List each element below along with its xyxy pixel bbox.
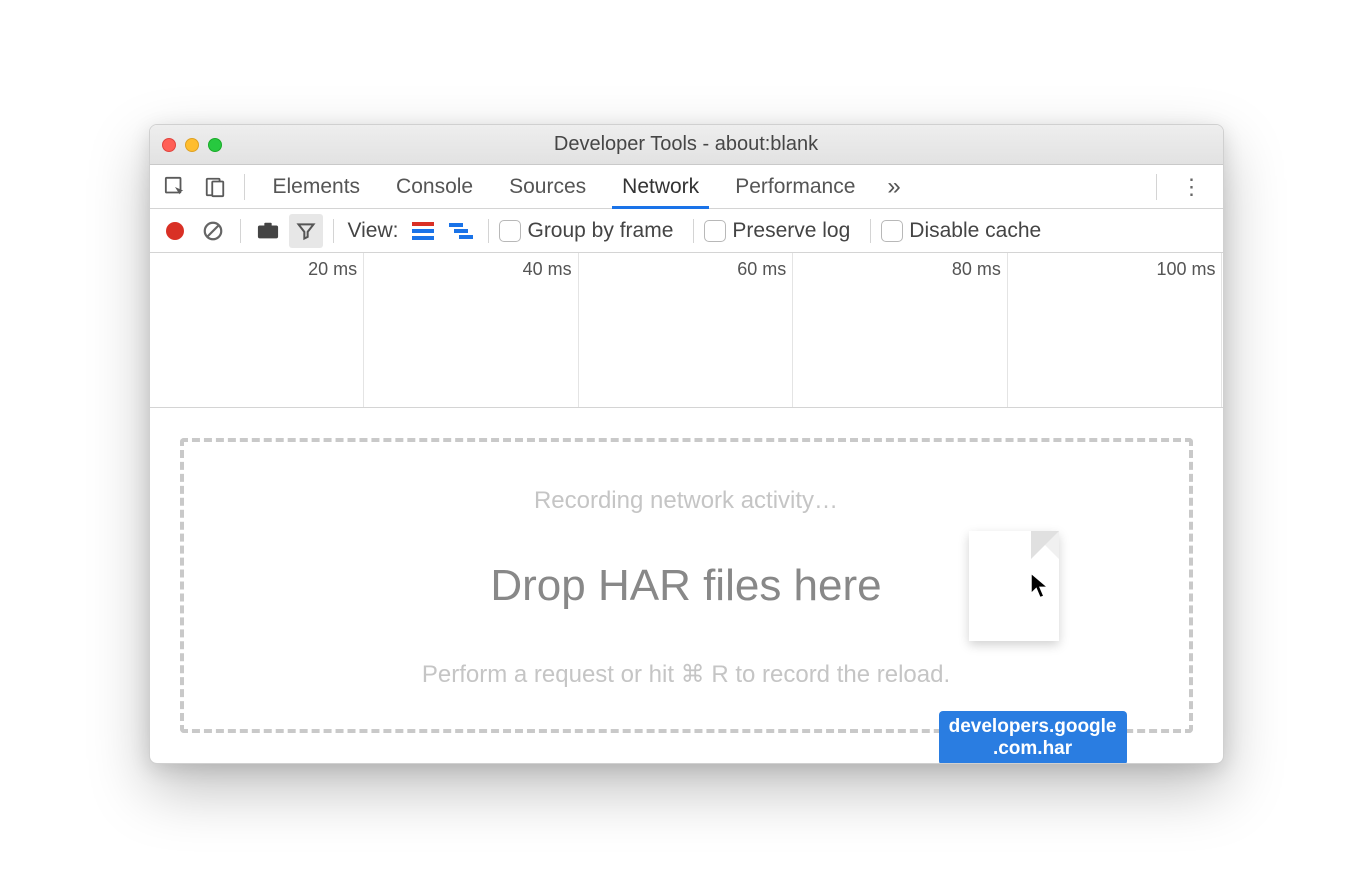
titlebar: Developer Tools - about:blank [150,125,1223,165]
timeline-tick: 100 ms [1156,259,1215,280]
dropzone-text: Drop HAR files here [490,561,881,611]
large-rows-icon[interactable] [406,214,440,248]
timeline-tick: 40 ms [523,259,572,280]
timeline-overview[interactable]: 20 ms 40 ms 60 ms 80 ms 100 ms [150,253,1223,408]
window-controls [162,138,222,152]
recording-hint-line2: Perform a request or hit ⌘ R to record t… [184,660,1189,689]
divider [333,219,334,243]
har-dropzone[interactable]: Recording network activity… Drop HAR fil… [180,438,1193,733]
toggle-device-toolbar-icon[interactable] [196,168,234,206]
timeline-tick: 60 ms [737,259,786,280]
divider [244,174,245,200]
dragged-file-name: developers.google.com.har [939,711,1127,764]
divider [1156,174,1157,200]
tab-sources[interactable]: Sources [491,165,604,208]
tab-network[interactable]: Network [604,165,717,208]
clear-button[interactable] [196,214,230,248]
view-label: View: [348,219,399,243]
timeline-tick: 20 ms [308,259,357,280]
devtools-window: Developer Tools - about:blank Elements C… [149,124,1224,764]
group-by-frame-label: Group by frame [527,219,673,243]
network-body: Recording network activity… Drop HAR fil… [150,408,1223,763]
tab-bar: Elements Console Sources Network Perform… [150,165,1223,209]
capture-screenshots-icon[interactable] [251,214,285,248]
divider [693,219,694,243]
network-toolbar: View: Group by frame Preserve log Disabl… [150,209,1223,253]
settings-menu-icon[interactable]: ⋮ [1167,174,1217,200]
disable-cache-label: Disable cache [909,219,1041,243]
divider [240,219,241,243]
record-button[interactable] [158,214,192,248]
preserve-log-checkbox[interactable]: Preserve log [704,219,850,243]
recording-hint-line1: Recording network activity… [184,487,1189,515]
waterfall-view-icon[interactable] [444,214,478,248]
tab-elements[interactable]: Elements [255,165,379,208]
filter-icon[interactable] [289,214,323,248]
group-by-frame-checkbox[interactable]: Group by frame [499,219,673,243]
minimize-window-button[interactable] [185,138,199,152]
more-tabs-button[interactable]: » [873,173,914,201]
tab-performance[interactable]: Performance [717,165,873,208]
maximize-window-button[interactable] [208,138,222,152]
divider [488,219,489,243]
close-window-button[interactable] [162,138,176,152]
tab-console[interactable]: Console [378,165,491,208]
cursor-icon [1029,572,1051,607]
timeline-tick: 80 ms [952,259,1001,280]
preserve-log-label: Preserve log [732,219,850,243]
disable-cache-checkbox[interactable]: Disable cache [881,219,1041,243]
inspect-element-icon[interactable] [156,168,194,206]
window-title: Developer Tools - about:blank [150,133,1223,156]
divider [870,219,871,243]
panel-tabs: Elements Console Sources Network Perform… [255,165,915,208]
